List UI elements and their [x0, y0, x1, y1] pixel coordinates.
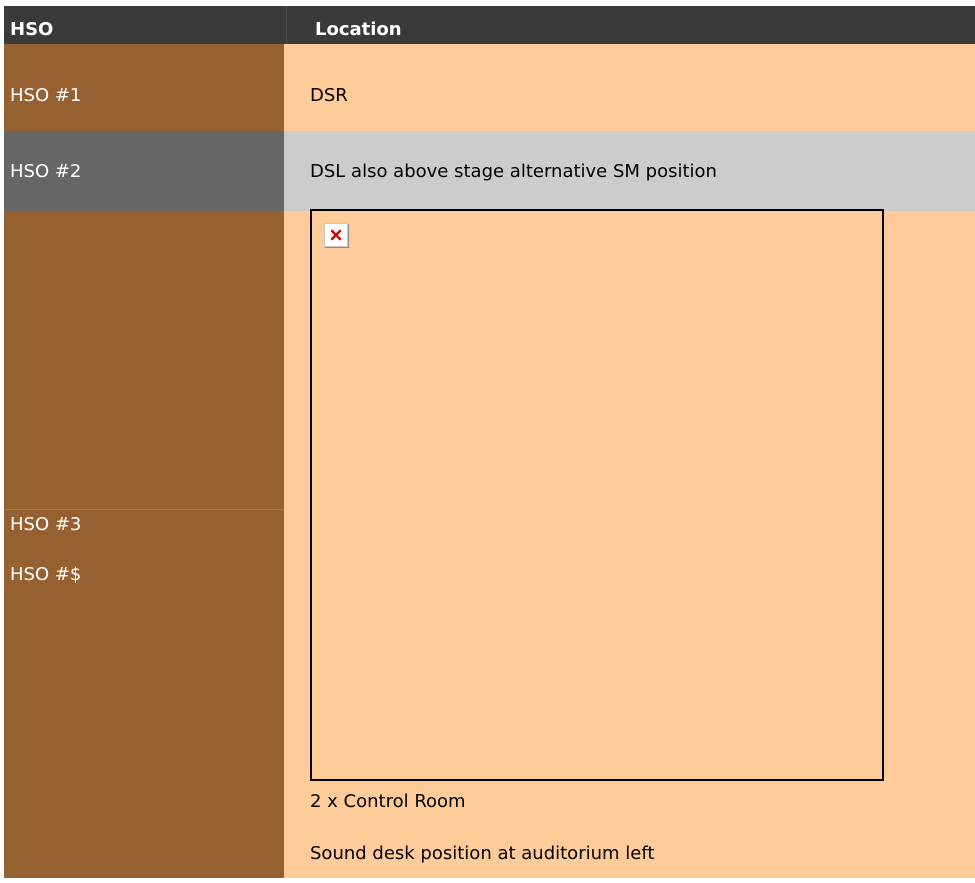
row-1-location: DSR: [310, 85, 348, 106]
header-divider: [286, 6, 287, 44]
row-2-location: DSL also above stage alternative SM posi…: [310, 161, 717, 182]
header-location: Location: [315, 19, 402, 40]
row-divider: [4, 509, 284, 510]
header-spacer-left: [4, 44, 284, 56]
header-hso: HSO: [10, 19, 54, 40]
image-placeholder: [310, 209, 884, 781]
broken-image-icon: [324, 223, 348, 247]
hso-location-table: HSO Location HSO #1 DSR HSO #2 DSL also …: [4, 6, 975, 878]
row-2-hso: HSO #2: [10, 161, 82, 182]
row-4-hso: HSO #$: [10, 564, 82, 585]
table-header: HSO Location: [4, 6, 975, 44]
row-3-hso: HSO #3: [10, 514, 82, 535]
row-3-location: 2 x Control Room: [310, 791, 466, 812]
row-4-location: Sound desk position at auditorium left: [310, 843, 655, 864]
row-1-hso: HSO #1: [10, 85, 82, 106]
